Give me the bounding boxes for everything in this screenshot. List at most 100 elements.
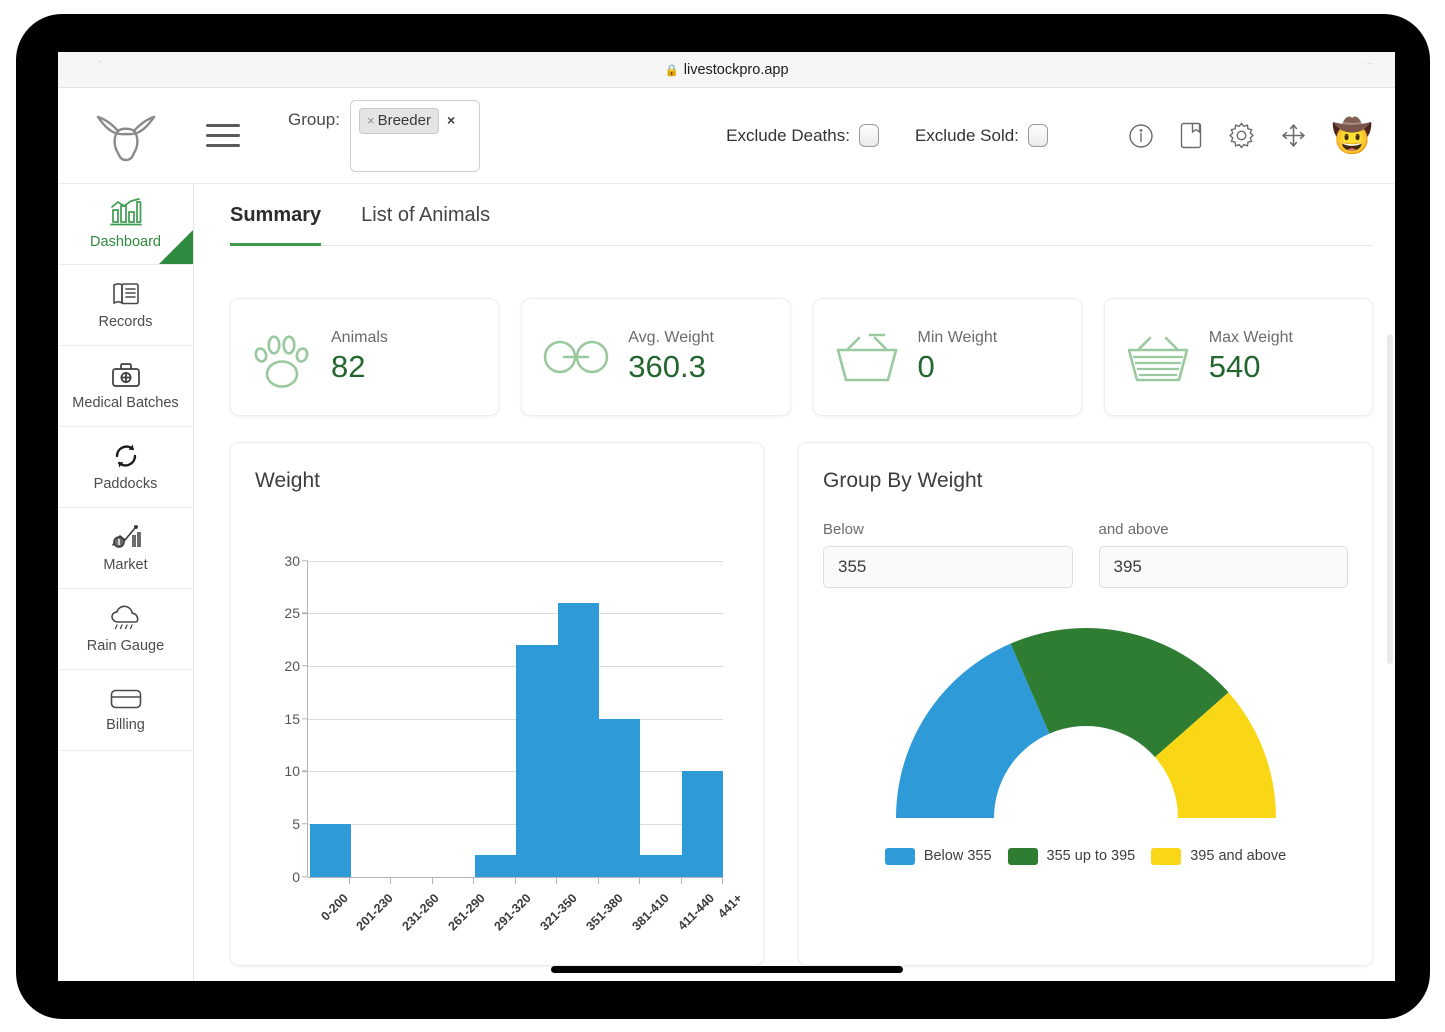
group-by-weight-panel: Group By Weight Below and above [798, 442, 1373, 966]
chart-bar[interactable] [599, 719, 640, 877]
exclude-sold-checkbox[interactable] [1028, 124, 1048, 147]
chart-x-label-text: 441+ [715, 891, 745, 921]
stat-value: 540 [1209, 349, 1293, 385]
exclude-deaths-toggle[interactable]: Exclude Deaths: [726, 124, 879, 147]
legend-label: 395 and above [1190, 848, 1286, 864]
sidebar-item-billing[interactable]: Billing [58, 670, 193, 751]
app-top-bar: Group: × Breeder × Exclude Deaths: Exclu… [58, 88, 1395, 184]
stat-card-avg-weight[interactable]: Avg. Weight 360.3 [521, 298, 790, 416]
info-circle-icon[interactable] [1128, 123, 1154, 149]
chart-bar-cell [599, 561, 640, 877]
stat-card-max-weight[interactable]: Max Weight 540 [1104, 298, 1373, 416]
chart-bar[interactable] [640, 855, 681, 876]
sidebar-item-label: Market [103, 557, 147, 573]
threshold-fields: Below and above [823, 521, 1348, 588]
tab-list-of-animals[interactable]: List of Animals [361, 204, 490, 246]
longhorn-logo-icon[interactable] [76, 107, 176, 165]
sidebar-item-dashboard[interactable]: Dashboard [58, 184, 193, 265]
tab-summary[interactable]: Summary [230, 204, 321, 246]
paw-print-icon [249, 325, 315, 389]
sidebar-item-market[interactable]: Market [58, 508, 193, 589]
home-indicator [551, 966, 903, 973]
gear-icon[interactable] [1228, 122, 1255, 149]
below-field-label: Below [823, 521, 1073, 538]
empty-basket-icon [832, 328, 902, 386]
vertical-scrollbar[interactable] [1387, 334, 1393, 664]
menu-line [206, 124, 240, 127]
chart-y-tick-mark [302, 560, 308, 562]
legend-label: 355 up to 395 [1047, 848, 1136, 864]
chart-bar-cell [392, 561, 433, 877]
sidebar-filler [58, 751, 193, 981]
app-body: Dashboard Records Medical Batche [58, 184, 1395, 981]
chart-bar-cell [310, 561, 351, 877]
chip-remove-icon[interactable]: × [367, 112, 375, 130]
bookmark-icon[interactable] [1180, 122, 1202, 149]
toolbar-icons: 🤠 [1128, 119, 1373, 152]
hamburger-menu-icon[interactable] [206, 124, 240, 147]
chart-bar-cell [434, 561, 475, 877]
browser-url-bar: · 🔒 livestockpro.app ⋯ [58, 52, 1395, 88]
medical-kit-icon [110, 361, 142, 389]
refresh-cycle-icon [111, 442, 141, 470]
chart-bar[interactable] [516, 645, 557, 877]
group-filter-box[interactable]: × Breeder × [350, 100, 480, 172]
sidebar-item-paddocks[interactable]: Paddocks [58, 427, 193, 508]
above-field-group: and above [1099, 521, 1349, 588]
address-bar[interactable]: 🔒 livestockpro.app [664, 62, 788, 78]
legend-item[interactable]: Below 355 [885, 848, 992, 865]
group-clear-icon[interactable]: × [447, 112, 455, 128]
chart-x-label-text: 321-350 [537, 891, 579, 933]
sidebar-item-rain-gauge[interactable]: Rain Gauge [58, 589, 193, 670]
group-chip-breeder[interactable]: × Breeder [359, 108, 439, 134]
stat-label: Min Weight [918, 329, 998, 347]
sidebar-item-label: Medical Batches [72, 395, 178, 411]
chart-y-tick-mark [302, 665, 308, 667]
chart-y-tick-mark [302, 770, 308, 772]
above-threshold-input[interactable] [1099, 546, 1349, 588]
browser-menu-icon[interactable]: ⋯ [1364, 58, 1373, 69]
chart-bar[interactable] [558, 603, 599, 877]
exclude-deaths-checkbox[interactable] [859, 124, 879, 147]
chart-bar[interactable] [475, 855, 516, 876]
exclude-deaths-label: Exclude Deaths: [726, 126, 850, 146]
stat-card-animals[interactable]: Animals 82 [230, 298, 499, 416]
gauge-legend: Below 355 355 up to 395 395 and above [823, 848, 1348, 865]
avatar[interactable]: 🤠 [1332, 119, 1373, 152]
tablet-screen: · 🔒 livestockpro.app ⋯ Group: × [58, 52, 1395, 981]
filter-toggles: Exclude Deaths: Exclude Sold: [726, 124, 1048, 147]
legend-item[interactable]: 395 and above [1151, 848, 1286, 865]
documents-icon [109, 280, 143, 308]
legend-item[interactable]: 355 up to 395 [1008, 848, 1136, 865]
chart-bar-cell [558, 561, 599, 877]
sidebar-item-records[interactable]: Records [58, 265, 193, 346]
move-arrows-icon[interactable] [1281, 123, 1306, 148]
stat-text: Max Weight 540 [1209, 329, 1293, 385]
sidebar-item-label: Dashboard [90, 234, 161, 250]
above-field-label: and above [1099, 521, 1349, 538]
stat-card-min-weight[interactable]: Min Weight 0 [813, 298, 1082, 416]
below-threshold-input[interactable] [823, 546, 1073, 588]
stat-label: Max Weight [1209, 329, 1293, 347]
browser-tab-indicator: · [98, 56, 102, 67]
rain-cloud-icon [109, 604, 143, 632]
stat-text: Avg. Weight 360.3 [628, 329, 714, 385]
chart-bar[interactable] [682, 771, 723, 876]
tablet-device-frame: · 🔒 livestockpro.app ⋯ Group: × [16, 14, 1430, 1019]
chart-x-label: 0-200 [309, 879, 341, 905]
sidebar-item-label: Rain Gauge [87, 638, 164, 654]
stat-text: Animals 82 [331, 329, 388, 385]
url-text: livestockpro.app [684, 62, 789, 78]
stat-text: Min Weight 0 [918, 329, 998, 385]
chart-x-label-text: 351-380 [583, 891, 625, 933]
exclude-sold-toggle[interactable]: Exclude Sold: [915, 124, 1048, 147]
chart-y-tick-mark [302, 718, 308, 720]
chart-bar[interactable] [310, 824, 351, 877]
sidebar-item-medical-batches[interactable]: Medical Batches [58, 346, 193, 427]
chart-x-axis-labels: 0-200201-230231-260261-290291-320321-350… [309, 879, 724, 905]
chart-bar-cell [475, 561, 516, 877]
legend-swatch [1008, 848, 1038, 865]
lock-icon: 🔒 [664, 63, 678, 77]
bar-chart-icon [109, 198, 143, 228]
market-growth-icon [110, 523, 142, 551]
